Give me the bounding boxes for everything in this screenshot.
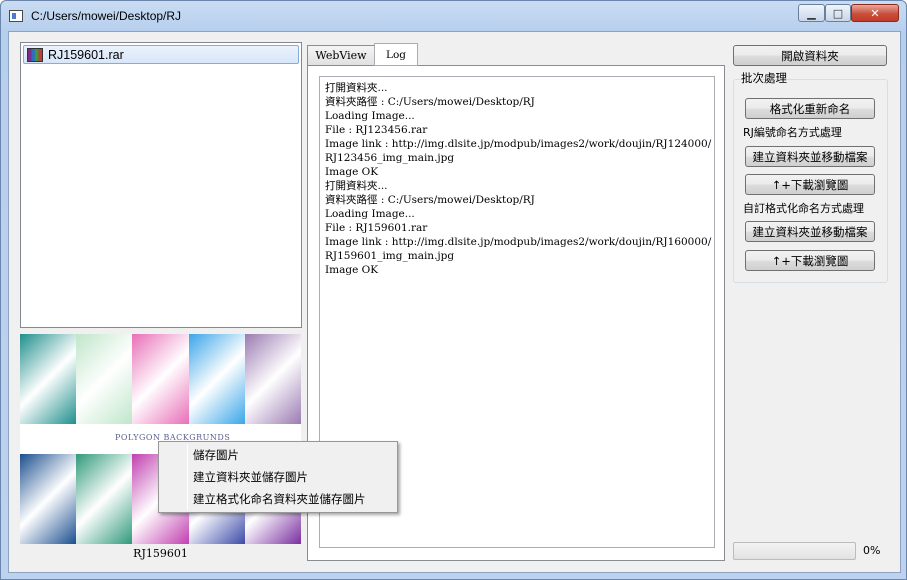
close-button[interactable]: ✕ (851, 4, 899, 22)
log-line: 資料夾路徑 : C:/Users/mowei/Desktop/RJ (325, 96, 535, 108)
app-window-icon (9, 10, 23, 22)
close-icon: ✕ (870, 6, 880, 20)
polygon-top-swatch (20, 334, 77, 424)
polygon-top-swatch (132, 334, 189, 424)
file-name: RJ159601.rar (48, 47, 124, 62)
polygon-bottom-swatch (20, 454, 77, 544)
log-line: 打開資料夾... (325, 180, 388, 192)
log-line: RJ159601_img_main.jpg (325, 250, 455, 262)
log-line: Loading Image... (325, 208, 415, 220)
menu-item-create-formatted-folder-save-image[interactable]: 建立格式化命名資料夾並儲存圖片 (161, 488, 395, 509)
minimize-icon: ▁ (807, 6, 816, 20)
log-line: File : RJ123456.rar (325, 124, 428, 136)
rj-create-folder-move-button[interactable]: 建立資料夾並移動檔案 (745, 146, 875, 167)
preview-top-strip (20, 334, 301, 424)
custom-naming-label: 自訂格式化命名方式處理 (743, 202, 864, 215)
polygon-bottom-swatch (76, 454, 133, 544)
batch-group-label: 批次處理 (741, 71, 787, 85)
file-list[interactable]: RJ159601.rar (20, 42, 302, 328)
tab-webview[interactable]: WebView (307, 45, 375, 65)
title-bar[interactable]: C:/Users/mowei/Desktop/RJ ▁ □ ✕ (1, 1, 906, 33)
log-line: Image link : http://img.dlsite.jp/modpub… (325, 138, 712, 150)
menu-item-save-image[interactable]: 儲存圖片 (161, 444, 395, 465)
menu-item-create-folder-save-image[interactable]: 建立資料夾並儲存圖片 (161, 466, 395, 487)
preview-name: RJ159601 (133, 547, 188, 560)
log-line: RJ123456_img_main.jpg (325, 152, 455, 164)
log-line: Image OK (325, 264, 379, 276)
minimize-button[interactable]: ▁ (798, 4, 825, 22)
rj-naming-label: RJ編號命名方式處理 (743, 126, 842, 139)
custom-download-preview-button[interactable]: ↑+下載瀏覽圖 (745, 250, 875, 271)
maximize-button[interactable]: □ (825, 4, 851, 22)
open-folder-button[interactable]: 開啟資料夾 (733, 45, 887, 66)
file-list-item[interactable]: RJ159601.rar (23, 45, 299, 64)
progress-bar (733, 542, 856, 560)
log-line: 資料夾路徑 : C:/Users/mowei/Desktop/RJ (325, 194, 535, 206)
progress-percent: 0% (863, 544, 881, 557)
rar-archive-icon (27, 47, 43, 62)
polygon-top-swatch (244, 334, 301, 424)
log-line: Image OK (325, 166, 379, 178)
rj-download-preview-button[interactable]: ↑+下載瀏覽圖 (745, 174, 875, 195)
log-line: 打開資料夾... (325, 82, 388, 94)
custom-create-folder-move-button[interactable]: 建立資料夾並移動檔案 (745, 221, 875, 242)
polygon-top-swatch (188, 334, 245, 424)
log-line: Image link : http://img.dlsite.jp/modpub… (325, 236, 712, 248)
app-window: C:/Users/mowei/Desktop/RJ ▁ □ ✕ RJ159601… (0, 0, 907, 580)
log-line: Loading Image... (325, 110, 415, 122)
maximize-icon: □ (832, 6, 844, 20)
polygon-top-swatch (76, 334, 133, 424)
window-title: C:/Users/mowei/Desktop/RJ (31, 9, 182, 23)
context-menu: 儲存圖片 建立資料夾並儲存圖片 建立格式化命名資料夾並儲存圖片 (158, 441, 398, 513)
client-area: RJ159601.rar POLYGON BACKGRUNDS RJ159601… (8, 31, 901, 573)
format-rename-button[interactable]: 格式化重新命名 (745, 98, 875, 119)
log-line: File : RJ159601.rar (325, 222, 428, 234)
tab-log[interactable]: Log (374, 43, 418, 66)
